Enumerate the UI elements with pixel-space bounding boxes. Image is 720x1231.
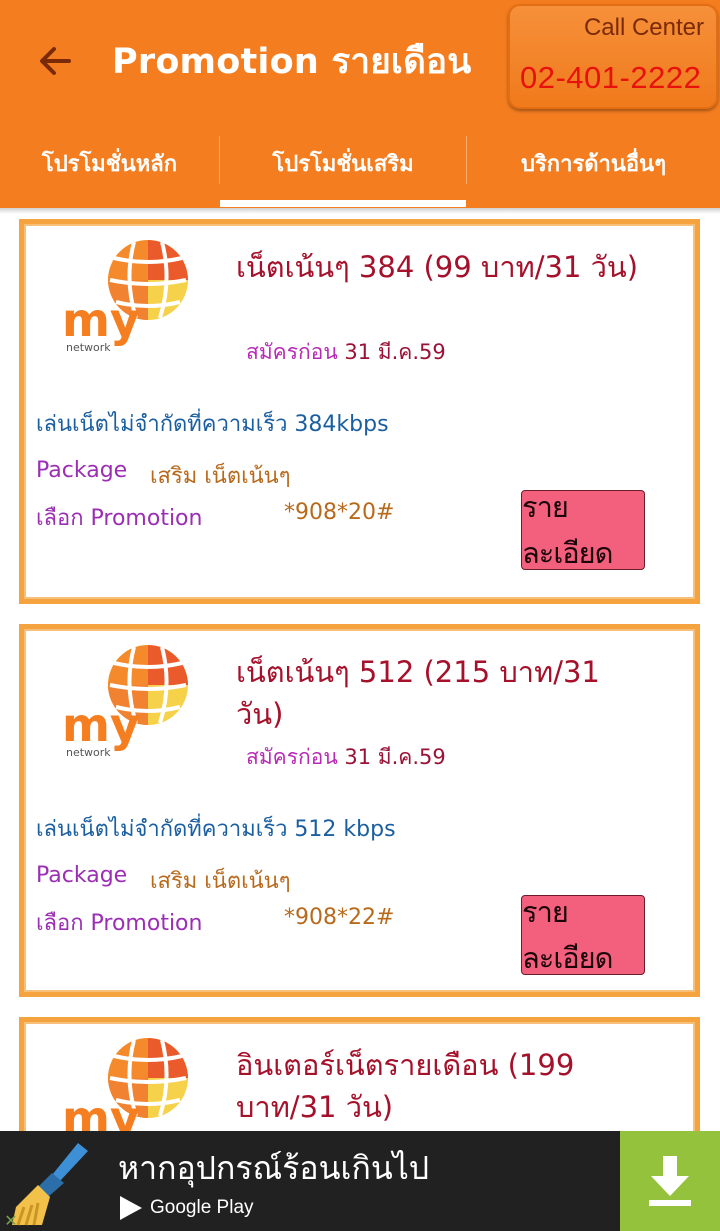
package-label: Package	[36, 863, 128, 888]
select-row: เลือก Promotion *908*20#	[36, 500, 394, 535]
expiry-date: 31 มี.ค.59	[344, 340, 446, 364]
package-row: Package เสริม เน็ตเน้นๆ	[36, 863, 291, 894]
detail-button[interactable]: รายละเอียด	[521, 895, 645, 975]
my-network-logo: my network	[62, 645, 188, 759]
package-label: Package	[36, 458, 128, 483]
promotion-description: เล่นเน็ตไม่จำกัดที่ความเร็ว 512 kbps	[36, 817, 396, 842]
promotion-card[interactable]: my network เน็ตเน้นๆ 512 (215 บาท/31 วัน…	[19, 624, 700, 997]
select-row: เลือก Promotion *908*22#	[36, 905, 394, 940]
detail-button[interactable]: รายละเอียด	[521, 490, 645, 570]
package-value: เสริม เน็ตเน้นๆ	[150, 464, 291, 489]
tab-bar: โปรโมชั่นหลัก โปรโมชั่นเสริม บริการด้านอ…	[0, 118, 720, 208]
package-row: Package เสริม เน็ตเน้นๆ	[36, 458, 291, 489]
promotion-title: เน็ตเน้นๆ 384 (99 บาท/31 วัน)	[236, 250, 639, 284]
package-value: เสริม เน็ตเน้นๆ	[150, 869, 291, 894]
store-label: Google Play	[150, 1197, 254, 1218]
tab-main-promotion[interactable]: โปรโมชั่นหลัก	[0, 118, 219, 208]
logo-subtext: network	[66, 746, 111, 759]
call-center-button[interactable]: Call Center 02-401-2222	[508, 4, 718, 109]
logo-text: my	[62, 293, 140, 347]
ussd-code: *908*20#	[284, 500, 395, 525]
promotion-title: เน็ตเน้นๆ 512 (215 บาท/31 วัน)	[236, 655, 600, 731]
google-play-badge: Google Play	[118, 1191, 254, 1225]
expiry-info: สมัครก่อน 31 มี.ค.59	[246, 741, 446, 774]
expiry-info: สมัครก่อน 31 มี.ค.59	[246, 336, 446, 369]
back-button[interactable]	[28, 34, 82, 88]
promotion-description: เล่นเน็ตไม่จำกัดที่ความเร็ว 384kbps	[36, 412, 389, 437]
expiry-label: สมัครก่อน	[246, 745, 338, 769]
header: Promotion รายเดือน Call Center 02-401-22…	[0, 0, 720, 118]
select-promotion-label: เลือก Promotion	[36, 506, 203, 531]
app-bar: Promotion รายเดือน Call Center 02-401-22…	[0, 0, 720, 208]
my-network-logo: my network	[62, 240, 188, 354]
header-shadow	[0, 208, 720, 214]
promotion-title: อินเตอร์เน็ตรายเดือน (199 บาท/31 วัน)	[236, 1048, 575, 1124]
logo-text: my	[62, 698, 140, 752]
call-center-number: 02-401-2222	[520, 60, 702, 95]
promotion-card[interactable]: my network เน็ตเน้นๆ 384 (99 บาท/31 วัน)…	[19, 219, 700, 604]
tab-other-services[interactable]: บริการด้านอื่นๆ	[467, 118, 720, 208]
tab-addon-promotion[interactable]: โปรโมชั่นเสริม	[220, 118, 466, 208]
close-icon[interactable]: ✕	[0, 1209, 22, 1231]
download-icon	[649, 1156, 691, 1206]
expiry-label: สมัครก่อน	[246, 340, 338, 364]
tab-selected-indicator	[220, 200, 466, 207]
ad-banner[interactable]: หากอุปกรณ์ร้อนเกินไป Google Play ✕	[0, 1131, 720, 1231]
arrow-left-icon	[40, 47, 71, 75]
ad-headline: หากอุปกรณ์ร้อนเกินไป	[118, 1149, 430, 1187]
logo-subtext: network	[66, 341, 111, 354]
ad-download-button[interactable]	[620, 1131, 720, 1231]
expiry-date: 31 มี.ค.59	[344, 745, 446, 769]
play-store-icon	[120, 1196, 142, 1220]
ussd-code: *908*22#	[284, 905, 395, 930]
page-title: Promotion รายเดือน	[112, 42, 472, 82]
select-promotion-label: เลือก Promotion	[36, 911, 203, 936]
call-center-label: Call Center	[583, 14, 704, 41]
